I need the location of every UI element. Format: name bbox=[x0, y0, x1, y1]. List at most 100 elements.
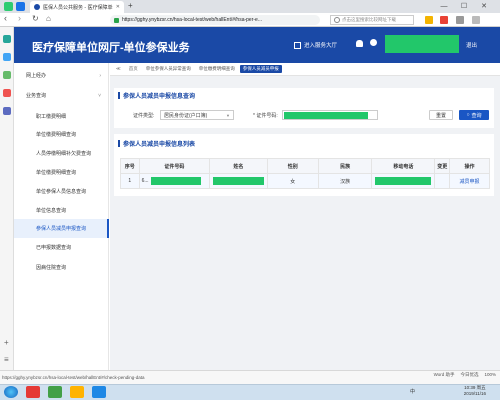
declare-reduction-link[interactable]: 减员申报 bbox=[460, 179, 480, 185]
sidebar-collapse-icon[interactable]: ≡ bbox=[4, 355, 9, 364]
status-url: https://gghy.ynybzsr.cn/hsa-local-test/w… bbox=[2, 375, 145, 380]
nav-item-label: 业务查询 bbox=[26, 93, 47, 99]
sidebar-app-icon[interactable] bbox=[3, 89, 11, 97]
column-header: 性别 bbox=[266, 158, 319, 174]
sidebar-add-icon[interactable]: + bbox=[4, 338, 9, 347]
status-item[interactable]: Word 助手 bbox=[434, 372, 455, 378]
nav-item-label: 单位缴费明细查询 bbox=[36, 170, 77, 176]
reload-button[interactable]: ↻ bbox=[32, 14, 39, 23]
nav-item[interactable]: 单位缴费明细查询 bbox=[14, 163, 109, 182]
breadcrumb-home[interactable]: 首页 bbox=[126, 65, 141, 73]
nav-item[interactable]: 单位参保人员信息查询 bbox=[14, 182, 109, 201]
search-icon bbox=[334, 17, 340, 23]
sidebar-app-icon[interactable] bbox=[3, 53, 11, 61]
home-button[interactable]: ⌂ bbox=[46, 14, 51, 23]
service-hall-link[interactable]: 进入服务大厅 bbox=[294, 41, 337, 49]
url-field[interactable]: https://gghy.ynybzsr.cn/hsa-local-test/w… bbox=[110, 15, 320, 25]
search-icon: ○ bbox=[466, 112, 470, 118]
breadcrumb-nav-icon[interactable]: ≪ bbox=[113, 65, 124, 73]
browser-menu-icon[interactable] bbox=[16, 2, 25, 11]
tab-favicon-icon bbox=[34, 4, 40, 10]
nav-group-header[interactable]: 业务查询 ˅ bbox=[14, 86, 109, 105]
row-change bbox=[434, 173, 451, 189]
nav-item-label: 单位缴费明细查询 bbox=[36, 132, 77, 138]
breadcrumb-item[interactable]: 单位缴费明细查询 bbox=[196, 65, 238, 73]
row-gender: 女 bbox=[266, 173, 319, 189]
tab-close-icon[interactable]: ✕ bbox=[116, 4, 120, 10]
column-header: 民族 bbox=[317, 158, 373, 174]
new-tab-button[interactable]: + bbox=[128, 1, 133, 10]
sidebar-app-icon[interactable] bbox=[3, 107, 11, 115]
taskbar-app-icon[interactable] bbox=[70, 386, 84, 398]
nav-item-label: 单位信息查询 bbox=[36, 208, 67, 214]
column-header: 姓名 bbox=[209, 158, 268, 174]
nav-item[interactable]: 单位信息查询 bbox=[14, 201, 109, 220]
nav-item[interactable]: 因病住院查询 bbox=[14, 258, 109, 277]
input-language[interactable]: 中 bbox=[410, 388, 415, 395]
row-id-prefix: 6... bbox=[141, 178, 149, 184]
lock-icon bbox=[114, 17, 119, 23]
nav-item-label: 职工缴费明细 bbox=[36, 114, 67, 120]
row-name bbox=[209, 173, 268, 189]
nav-item-label: 参保人员减员申报查询 bbox=[36, 226, 87, 232]
id-type-value: 居民身份证(户口簿) bbox=[164, 112, 208, 119]
nav-item[interactable]: 职工缴费明细 bbox=[14, 107, 109, 126]
sidebar-app-icon[interactable] bbox=[3, 71, 11, 79]
nav-item[interactable]: 参保人员减员申报查询 bbox=[14, 219, 109, 238]
row-action: 减员申报 bbox=[449, 173, 490, 189]
back-button[interactable]: ‹ bbox=[4, 13, 7, 23]
nav-group-header[interactable]: 网上经办 › bbox=[14, 66, 109, 85]
status-item[interactable]: 今日优选 bbox=[460, 372, 478, 378]
id-no-redacted-value bbox=[284, 111, 368, 119]
breadcrumb-item-active[interactable]: 参保人员减员申报 bbox=[239, 65, 282, 73]
close-window-button[interactable]: ✕ bbox=[478, 1, 490, 12]
tab-title: 医保人员公共服务 - 医疗保障单位 bbox=[43, 4, 113, 11]
browser-search-input[interactable]: 点击这里搜索比较网址下载 bbox=[330, 15, 414, 25]
zoom-level[interactable]: 100% bbox=[484, 372, 496, 378]
nav-item[interactable]: 人员停缴明细补欠费查询 bbox=[14, 144, 109, 163]
reset-button[interactable]: 重置 bbox=[429, 110, 453, 120]
taskbar-app-icon[interactable] bbox=[26, 386, 40, 398]
browser-logo-icon[interactable] bbox=[4, 2, 13, 11]
breadcrumb-item[interactable]: 单位参保人员异常查询 bbox=[143, 65, 194, 73]
taskbar-app-icon[interactable] bbox=[48, 386, 62, 398]
clock-date: 2019/11/16 bbox=[463, 391, 486, 396]
list-card-title: 参保人员减员申报信息列表 bbox=[118, 139, 195, 148]
nav-item[interactable]: 已申报数据查询 bbox=[14, 238, 109, 257]
search-button[interactable]: ○ 查询 bbox=[459, 110, 489, 120]
sidebar-app-icon[interactable] bbox=[3, 35, 11, 43]
nav-item-label: 人员停缴明细补欠费查询 bbox=[36, 151, 92, 157]
chevron-down-icon: ▼ bbox=[226, 112, 230, 118]
title-accent bbox=[118, 92, 120, 99]
query-title-text: 参保人员减员申报信息查询 bbox=[123, 94, 196, 100]
taskbar-app-icon[interactable] bbox=[92, 386, 106, 398]
nav-item[interactable]: 单位缴费明细查询 bbox=[14, 125, 109, 144]
forward-button[interactable]: › bbox=[18, 13, 21, 23]
column-header: 移动电话 bbox=[371, 158, 436, 174]
id-type-label: 证件类型: bbox=[133, 113, 155, 119]
bell-icon[interactable] bbox=[356, 40, 363, 47]
maximize-button[interactable]: ☐ bbox=[458, 1, 470, 12]
settings-icon[interactable] bbox=[456, 16, 464, 24]
list-title-text: 参保人员减员申报信息列表 bbox=[123, 142, 196, 148]
logout-link[interactable]: 退出 bbox=[466, 41, 477, 49]
user-icon[interactable] bbox=[370, 39, 377, 46]
page-title: 医疗保障单位网厅-单位参保业务 bbox=[32, 42, 190, 54]
search-button-label: 查询 bbox=[471, 112, 482, 119]
start-button-icon[interactable] bbox=[4, 386, 18, 398]
clock[interactable]: 10:39 周五 2019/11/16 bbox=[464, 385, 486, 397]
id-no-input[interactable] bbox=[282, 110, 378, 120]
minimize-button[interactable]: — bbox=[438, 1, 450, 12]
extension-icon[interactable] bbox=[440, 16, 448, 24]
status-widgets: Word 助手 今日优选 100% bbox=[434, 372, 496, 378]
hall-icon bbox=[294, 41, 301, 49]
id-type-select[interactable]: 居民身份证(户口簿) ▼ bbox=[160, 110, 234, 120]
menu-icon[interactable] bbox=[472, 16, 480, 24]
extension-icon[interactable] bbox=[425, 16, 433, 24]
row-mobile-redacted bbox=[375, 177, 432, 185]
browser-tab[interactable]: 医保人员公共服务 - 医疗保障单位 ✕ bbox=[30, 1, 124, 13]
nav-item-label: 已申报数据查询 bbox=[36, 245, 72, 251]
table-row: 1 6... 女 汉族 减员申报 bbox=[120, 173, 490, 189]
id-no-label: * 证件号码: bbox=[253, 113, 278, 119]
row-id-redacted bbox=[150, 177, 201, 185]
